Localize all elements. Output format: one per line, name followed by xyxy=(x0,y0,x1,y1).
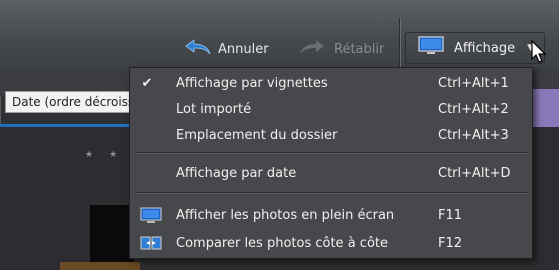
menu-item-label: Emplacement du dossier xyxy=(176,127,338,143)
menu-separator xyxy=(136,152,528,153)
mouse-pointer-icon xyxy=(531,39,547,68)
undo-icon xyxy=(182,38,212,60)
redo-label: Rétablir xyxy=(334,41,385,57)
side-panel-tab[interactable] xyxy=(532,89,559,129)
menu-item-label: Afficher les photos en plein écran xyxy=(176,207,395,223)
undo-button[interactable]: Annuler xyxy=(182,38,269,60)
menu-separator xyxy=(136,192,528,193)
photo-thumbnail-edge xyxy=(60,262,140,270)
menu-item-shortcut: Ctrl+Alt+D xyxy=(438,165,511,181)
view-menu-button[interactable]: Affichage ▼ xyxy=(405,32,545,64)
menu-item-label: Affichage par date xyxy=(176,165,297,181)
menu-item-shortcut: Ctrl+Alt+3 xyxy=(438,127,509,143)
menu-item-label: Lot importé xyxy=(176,101,252,117)
view-dropdown-menu: ✔ Affichage par vignettes Ctrl+Alt+1 Lot… xyxy=(129,67,533,259)
monitor-icon xyxy=(140,207,162,228)
menu-item-shortcut: Ctrl+Alt+1 xyxy=(438,75,509,91)
compare-icon xyxy=(140,235,162,256)
menu-item-shortcut: F12 xyxy=(438,235,463,251)
view-menu-label: Affichage xyxy=(454,40,516,56)
menu-item-shortcut: F11 xyxy=(438,207,463,223)
menu-item-label: Affichage par vignettes xyxy=(176,75,328,91)
menu-item-import-batch[interactable]: Lot importé Ctrl+Alt+2 xyxy=(130,98,532,120)
monitor-icon xyxy=(418,36,444,60)
menu-item-folder-location[interactable]: Emplacement du dossier Ctrl+Alt+3 xyxy=(130,124,532,146)
undo-label: Annuler xyxy=(218,41,269,57)
menu-item-thumbnail-view[interactable]: ✔ Affichage par vignettes Ctrl+Alt+1 xyxy=(130,72,532,94)
redo-icon xyxy=(298,38,328,60)
rating-stars[interactable]: ★★ xyxy=(85,150,133,160)
menu-item-date-view[interactable]: Affichage par date Ctrl+Alt+D xyxy=(130,162,532,184)
menu-item-full-screen[interactable]: Afficher les photos en plein écran F11 xyxy=(130,204,532,226)
menu-item-shortcut: Ctrl+Alt+2 xyxy=(438,101,509,117)
redo-button[interactable]: Rétablir xyxy=(298,38,384,60)
menu-item-label: Comparer les photos côte à côte xyxy=(176,235,388,251)
toolbar: Annuler Rétablir Affichage ▼ xyxy=(0,0,559,71)
photo-thumbnail[interactable] xyxy=(90,205,134,270)
menu-item-compare-side-by-side[interactable]: Comparer les photos côte à côte F12 xyxy=(130,232,532,254)
checkmark-icon: ✔ xyxy=(141,75,153,91)
sort-order-select[interactable]: Date (ordre décroissant) xyxy=(5,91,131,113)
toolbar-separator xyxy=(399,18,400,68)
